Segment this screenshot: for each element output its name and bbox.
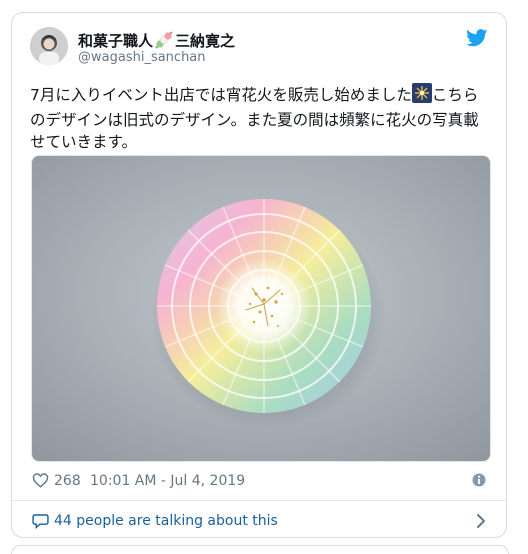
wagashi-photo xyxy=(32,156,490,461)
fireworks-icon xyxy=(411,83,432,109)
next-card-edge xyxy=(11,545,509,554)
tweet-timestamp[interactable]: 10:01 AM - Jul 4, 2019 xyxy=(90,473,245,489)
chevron-right-icon[interactable] xyxy=(476,513,486,529)
conversation-link[interactable]: 44 people are talking about this xyxy=(32,510,486,534)
avatar[interactable] xyxy=(30,27,68,65)
author-name-text: 和菓子職人 xyxy=(78,32,154,50)
tweet-card: 和菓子職人 三納寛之 @wagashi_sanchan 7月に入りイベント出店で… xyxy=(11,12,507,538)
heart-icon[interactable] xyxy=(32,472,49,488)
like-count[interactable]: 268 xyxy=(54,473,81,489)
wagashi-sweet xyxy=(157,199,371,413)
author-handle[interactable]: @wagashi_sanchan xyxy=(78,50,206,65)
tweet-photo[interactable] xyxy=(31,155,491,462)
twitter-bird-icon[interactable] xyxy=(466,29,488,47)
tweet-text-line1: 7月に入りイベント出店では宵花火を販売し始めました xyxy=(30,86,412,104)
author-name-suffix: 三納寛之 xyxy=(175,32,236,50)
info-icon[interactable] xyxy=(472,473,486,487)
speech-bubble-icon xyxy=(32,514,49,529)
tweet-text: 7月に入りイベント出店では宵花火を販売し始めました こちらのデザインは旧式のデザ… xyxy=(30,83,492,153)
divider xyxy=(12,500,506,501)
tweet-meta: 268 10:01 AM - Jul 4, 2019 xyxy=(32,471,486,493)
conversation-count-text[interactable]: 44 people are talking about this xyxy=(54,513,278,529)
tweet-header: 和菓子職人 三納寛之 @wagashi_sanchan xyxy=(30,27,488,75)
